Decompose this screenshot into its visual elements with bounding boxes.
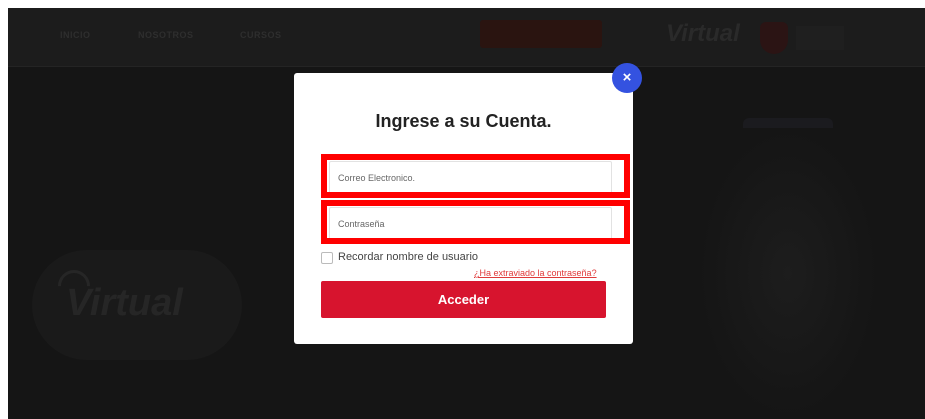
close-button[interactable]: × xyxy=(612,63,642,93)
hero-logo: Virtual xyxy=(66,282,183,324)
top-navigation: INICIO NOSOTROS CURSOS Virtual xyxy=(8,8,925,67)
nav-link-cursos[interactable]: CURSOS xyxy=(240,30,282,40)
forgot-password-link[interactable]: ¿Ha extraviado la contraseña? xyxy=(474,268,597,278)
modal-title: Ingrese a su Cuenta. xyxy=(375,111,552,131)
hero-image xyxy=(698,128,878,419)
brand-text xyxy=(796,26,844,50)
shield-icon xyxy=(760,22,788,54)
nav-action-button[interactable] xyxy=(480,20,602,48)
email-highlight-box xyxy=(321,154,630,198)
remember-checkbox[interactable] xyxy=(321,252,333,264)
remember-label: Recordar nombre de usuario xyxy=(338,251,479,263)
nav-link-nosotros[interactable]: NOSOTROS xyxy=(138,30,194,40)
nav-link-inicio[interactable]: INICIO xyxy=(60,30,91,40)
submit-button[interactable]: Acceder xyxy=(321,281,606,318)
password-highlight-box xyxy=(321,200,630,244)
brand-logo: Virtual xyxy=(666,20,740,47)
